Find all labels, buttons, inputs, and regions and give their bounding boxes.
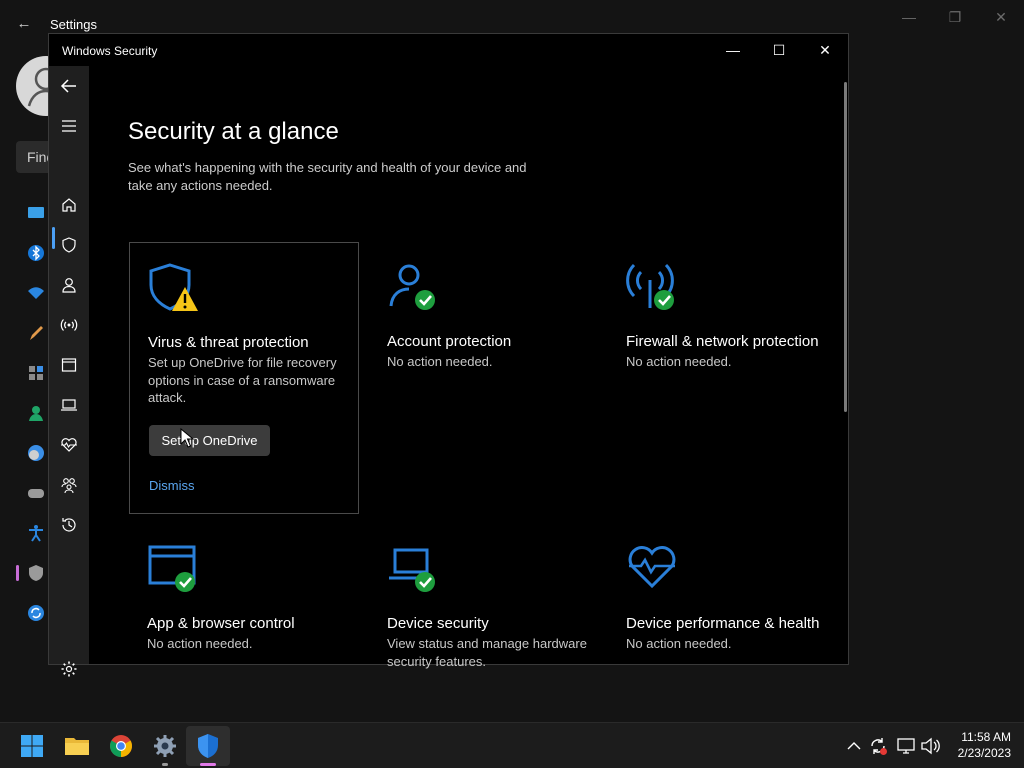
nav-family-options[interactable]: [49, 465, 89, 505]
security-titlebar: Windows Security — ☐ ✕: [49, 34, 848, 66]
clock-time[interactable]: 11:58 AM: [945, 730, 1011, 744]
tile-description: View status and manage hardware security…: [387, 636, 587, 669]
chrome-icon: [110, 735, 132, 757]
family-icon: [61, 478, 77, 494]
time-language-icon[interactable]: [26, 443, 46, 463]
tray-network[interactable]: [895, 735, 917, 757]
tile-title: Device security: [387, 615, 489, 632]
page-title: Security at a glance: [128, 118, 339, 145]
history-icon: [62, 518, 76, 532]
device-ok-icon: [389, 548, 435, 592]
tile-title: Virus & threat protection: [148, 334, 309, 351]
nav-app-browser[interactable]: [49, 345, 89, 385]
personalization-icon[interactable]: [26, 323, 46, 343]
firewall-ok-icon: [626, 263, 674, 310]
setup-onedrive-button[interactable]: Set up OneDrive: [149, 425, 270, 456]
nav-firewall[interactable]: [49, 305, 89, 345]
settings-back-button[interactable]: ←: [14, 14, 34, 34]
security-nav: [49, 66, 89, 677]
nav-account-protection[interactable]: [49, 265, 89, 305]
nav-settings[interactable]: [49, 649, 89, 689]
app-browser-icon: [61, 358, 77, 372]
tile-title: Account protection: [387, 333, 512, 350]
tray-overflow-button[interactable]: [843, 735, 865, 757]
close-button[interactable]: ✕: [802, 34, 848, 66]
security-active-indicator: [200, 763, 216, 766]
gaming-icon[interactable]: [26, 483, 46, 503]
accounts-icon[interactable]: [26, 403, 46, 423]
laptop-icon: [61, 399, 77, 411]
tile-description: Set up OneDrive for file recovery option…: [148, 355, 337, 405]
file-explorer-icon: [65, 738, 89, 755]
settings-title: Settings: [50, 17, 97, 32]
apps-icon[interactable]: [26, 363, 46, 383]
tile-title: Device performance & health: [626, 615, 820, 632]
shield-icon: [62, 237, 76, 253]
taskbar-windows-security[interactable]: [190, 728, 226, 764]
sync-alert-icon: [871, 738, 887, 755]
home-icon: [62, 198, 76, 212]
nav-menu-button[interactable]: [49, 106, 89, 146]
start-button[interactable]: [14, 728, 50, 764]
shield-warning-icon: [149, 263, 198, 311]
mouse-cursor-icon: [180, 428, 194, 448]
nav-protection-history[interactable]: [49, 505, 89, 545]
taskbar: 11:58 AM 2/23/2023: [0, 722, 1024, 768]
wifi-icon[interactable]: [26, 283, 46, 303]
menu-icon: [62, 120, 76, 132]
settings-selection-indicator: [16, 565, 19, 581]
maximize-button[interactable]: ☐: [756, 34, 802, 66]
tray-volume[interactable]: [919, 735, 941, 757]
heart-health-icon: [628, 546, 676, 589]
privacy-security-icon[interactable]: [26, 563, 46, 583]
tile-title: App & browser control: [147, 615, 295, 632]
settings-gear-icon: [61, 661, 77, 677]
nav-back-button[interactable]: [49, 66, 89, 106]
network-monitor-icon: [897, 738, 915, 754]
clock-date[interactable]: 2/23/2023: [945, 746, 1011, 760]
nav-device-security[interactable]: [49, 385, 89, 425]
taskbar-file-explorer[interactable]: [59, 728, 95, 764]
virus-threat-tile[interactable]: Virus & threat protection Set up OneDriv…: [129, 242, 359, 514]
taskbar-settings[interactable]: [147, 728, 183, 764]
tile-description: No action needed.: [626, 636, 732, 651]
settings-close-button[interactable]: ✕: [978, 8, 1024, 26]
settings-icon: [154, 735, 176, 757]
network-icon: [60, 319, 78, 331]
start-icon: [21, 735, 43, 757]
nav-device-health[interactable]: [49, 425, 89, 465]
account-ok-icon: [389, 264, 435, 310]
windows-security-window: Windows Security — ☐ ✕ Security at a gla…: [48, 33, 849, 677]
tray-sync[interactable]: [867, 735, 889, 757]
volume-icon: [921, 737, 940, 755]
taskbar-chrome[interactable]: [103, 728, 139, 764]
nav-home[interactable]: [49, 185, 89, 225]
tile-description: No action needed.: [626, 354, 732, 369]
account-icon: [62, 278, 76, 293]
page-subtitle: See what's happening with the security a…: [128, 160, 527, 193]
window-title: Windows Security: [62, 44, 158, 58]
minimize-button[interactable]: —: [710, 34, 756, 66]
system-icon[interactable]: [26, 203, 46, 223]
accessibility-icon[interactable]: [26, 523, 46, 543]
health-icon: [61, 438, 77, 452]
dismiss-link[interactable]: Dismiss: [149, 478, 195, 493]
settings-running-indicator: [162, 763, 168, 766]
settings-minimize-button[interactable]: —: [886, 8, 932, 26]
app-browser-ok-icon: [148, 545, 196, 592]
tile-description: No action needed.: [147, 636, 253, 651]
back-icon: [60, 79, 76, 93]
windows-security-icon: [198, 734, 218, 758]
tile-title: Firewall & network protection: [626, 333, 819, 350]
scrollbar[interactable]: [844, 82, 847, 412]
nav-virus-protection[interactable]: [49, 225, 89, 265]
bluetooth-icon[interactable]: [26, 243, 46, 263]
windows-update-icon[interactable]: [26, 603, 46, 623]
chevron-up-icon: [847, 742, 861, 750]
tile-description: No action needed.: [387, 354, 493, 369]
settings-maximize-button[interactable]: ❐: [932, 8, 978, 26]
